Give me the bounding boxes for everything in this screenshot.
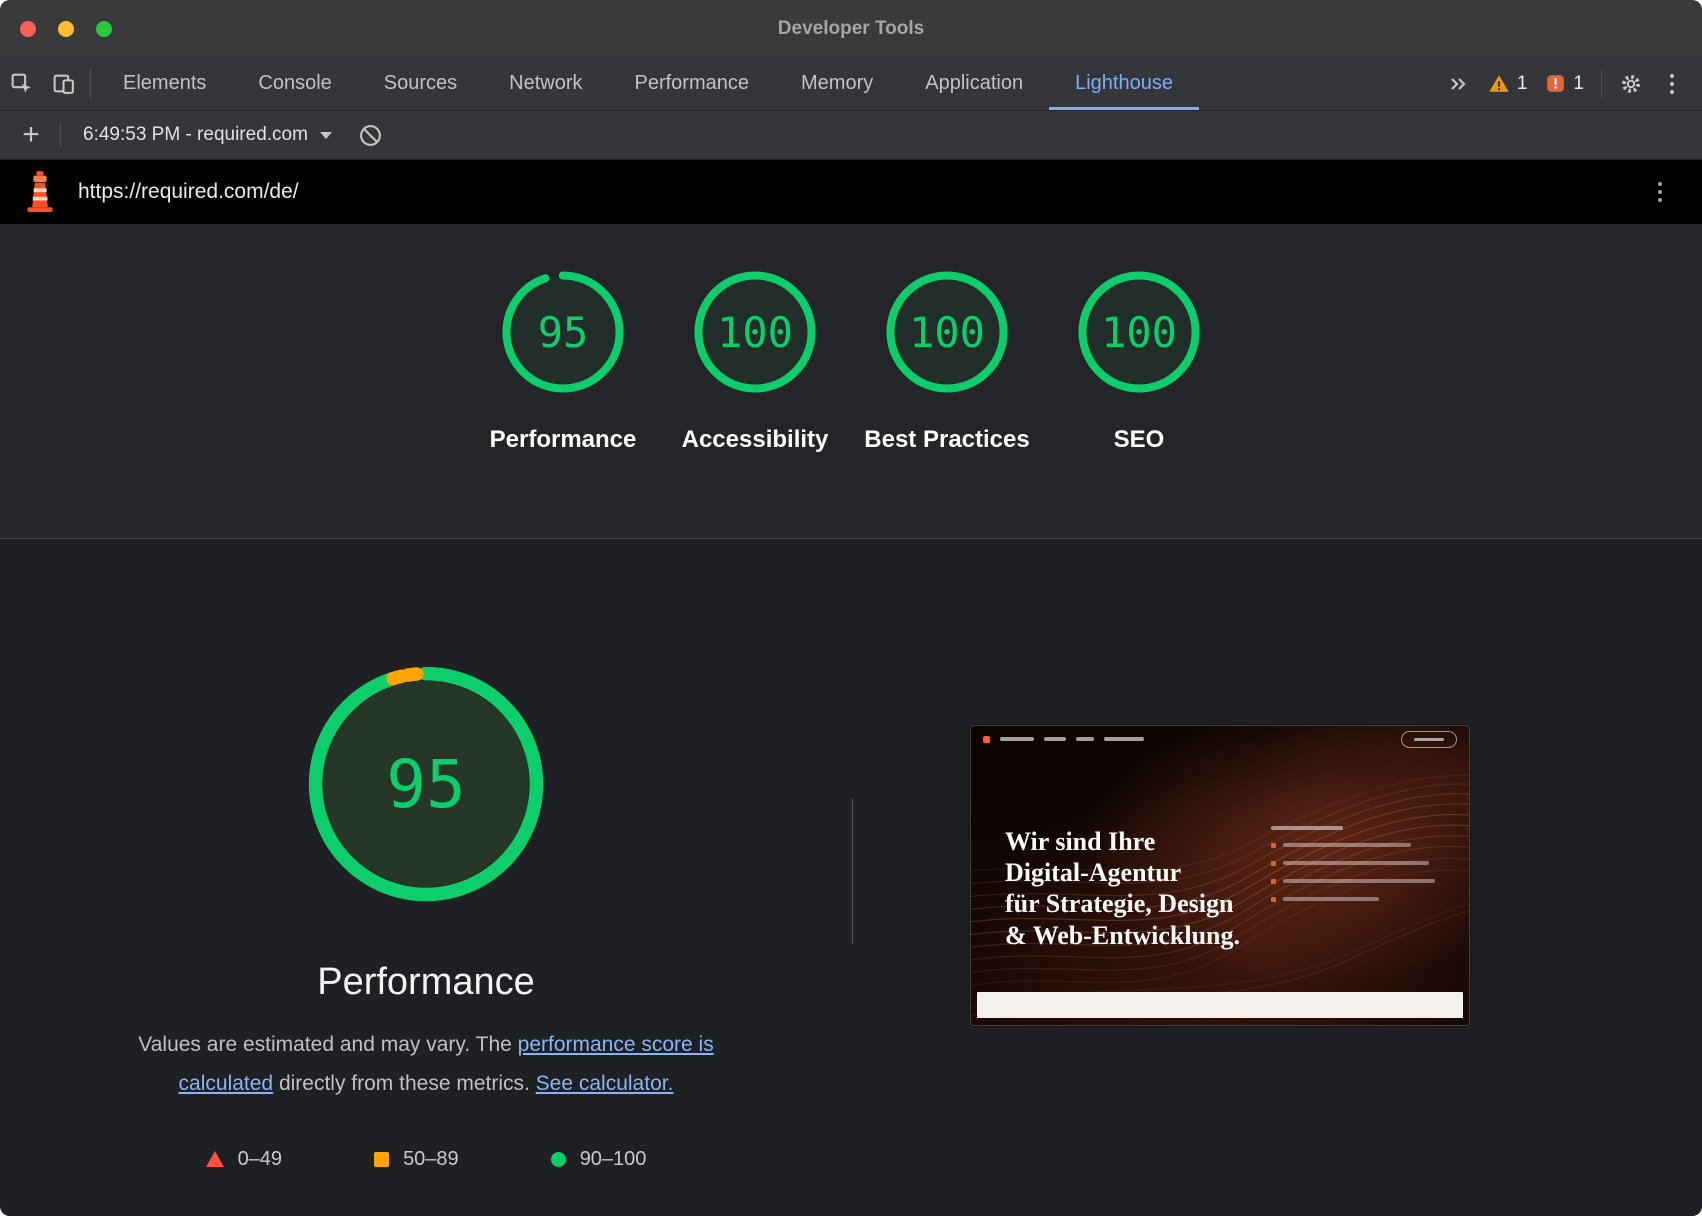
performance-big-gauge[interactable]: 95 xyxy=(301,659,551,909)
gear-icon[interactable] xyxy=(1610,72,1652,96)
description-text: Values are estimated and may vary. The xyxy=(138,1033,517,1056)
performance-section: 95 Performance Values are estimated and … xyxy=(0,539,1702,1216)
category-best-practices[interactable]: 100 Best Practices xyxy=(859,268,1035,538)
minimize-button[interactable] xyxy=(58,21,74,37)
performance-detail-column: 95 Performance Values are estimated and … xyxy=(0,539,852,1216)
category-label: Accessibility xyxy=(682,424,829,456)
category-label: SEO xyxy=(1114,424,1165,456)
description-text: directly from these metrics. xyxy=(273,1072,536,1095)
issues-icon xyxy=(1545,73,1566,94)
page-screenshot-thumbnail: Wir sind Ihre Digital-Agentur für Strate… xyxy=(970,725,1470,1026)
legend-pass: 90–100 xyxy=(551,1148,647,1171)
seo-score: 100 xyxy=(1075,268,1203,396)
category-seo[interactable]: 100 SEO xyxy=(1051,268,1227,538)
orange-square-icon xyxy=(374,1152,389,1167)
tabbar-right-controls: 1 1 xyxy=(1437,57,1702,110)
warning-triangle-icon xyxy=(1488,73,1510,95)
performance-score: 95 xyxy=(499,268,627,396)
issue-count: 1 xyxy=(1573,73,1584,95)
tab-network[interactable]: Network xyxy=(483,57,608,110)
heading-line: für Strategie, Design xyxy=(1005,888,1240,919)
report-url: https://required.com/de/ xyxy=(78,180,299,204)
report-url-bar: https://required.com/de/ xyxy=(0,160,1702,224)
warnings-badge[interactable]: 1 xyxy=(1488,73,1528,95)
tab-performance[interactable]: Performance xyxy=(609,57,776,110)
tab-console[interactable]: Console xyxy=(232,57,357,110)
accessibility-gauge: 100 xyxy=(691,268,819,396)
tab-memory[interactable]: Memory xyxy=(775,57,899,110)
performance-description: Values are estimated and may vary. The p… xyxy=(106,1026,746,1104)
toolbar-divider xyxy=(1601,70,1602,98)
thumbnail-bottom-banner xyxy=(977,992,1463,1018)
window-title: Developer Tools xyxy=(0,18,1702,40)
tab-elements[interactable]: Elements xyxy=(97,57,232,110)
tab-lighthouse[interactable]: Lighthouse xyxy=(1049,57,1199,110)
best-practices-gauge: 100 xyxy=(883,268,1011,396)
legend-range: 50–89 xyxy=(403,1148,459,1171)
more-tabs-chevron-icon[interactable] xyxy=(1437,72,1479,96)
legend-range: 0–49 xyxy=(238,1148,283,1171)
score-legend: 0–49 50–89 90–100 xyxy=(206,1148,647,1171)
screenshot-column: Wir sind Ihre Digital-Agentur für Strate… xyxy=(852,539,1702,1216)
accessibility-score: 100 xyxy=(691,268,819,396)
heading-line: Digital-Agentur xyxy=(1005,857,1240,888)
site-heading: Wir sind Ihre Digital-Agentur für Strate… xyxy=(1005,826,1240,951)
category-label: Best Practices xyxy=(864,424,1029,456)
category-accessibility[interactable]: 100 Accessibility xyxy=(667,268,843,538)
site-logo xyxy=(983,736,990,743)
red-triangle-icon xyxy=(206,1151,224,1167)
lighthouse-toolbar: + 6:49:53 PM - required.com xyxy=(0,111,1702,160)
warning-count: 1 xyxy=(1517,73,1528,95)
legend-fail: 0–49 xyxy=(206,1148,283,1171)
plus-icon[interactable]: + xyxy=(10,120,52,150)
run-selector-label: 6:49:53 PM - required.com xyxy=(83,124,308,146)
seo-gauge: 100 xyxy=(1075,268,1203,396)
toolbar-divider xyxy=(60,122,61,148)
score-summary: 95 Performance 100 Accessibility 100 Bes… xyxy=(0,224,1702,539)
chevron-down-icon xyxy=(320,132,332,139)
green-circle-icon xyxy=(551,1152,566,1167)
performance-heading: Performance xyxy=(317,961,535,1004)
devtools-window: Developer Tools Elements Console Sources… xyxy=(0,0,1702,1216)
category-performance[interactable]: 95 Performance xyxy=(475,268,651,538)
devtools-tabbar: Elements Console Sources Network Perform… xyxy=(0,57,1702,111)
titlebar: Developer Tools xyxy=(0,0,1702,57)
heading-line: & Web-Entwicklung. xyxy=(1005,920,1240,951)
see-calculator-link[interactable]: See calculator. xyxy=(536,1072,674,1095)
tab-sources[interactable]: Sources xyxy=(358,57,483,110)
kebab-menu-icon[interactable] xyxy=(1640,182,1680,202)
traffic-lights xyxy=(20,0,112,57)
thumbnail-list-skeleton xyxy=(1271,826,1435,902)
close-button[interactable] xyxy=(20,21,36,37)
legend-range: 90–100 xyxy=(580,1148,647,1171)
toolbar-divider xyxy=(90,68,91,99)
tab-application[interactable]: Application xyxy=(899,57,1049,110)
thumbnail-nav-skeleton xyxy=(971,726,1469,752)
legend-average: 50–89 xyxy=(374,1148,459,1171)
performance-big-score: 95 xyxy=(301,659,551,909)
zoom-button[interactable] xyxy=(96,21,112,37)
lighthouse-logo xyxy=(22,171,58,213)
block-icon[interactable] xyxy=(350,123,392,148)
panel-tabs: Elements Console Sources Network Perform… xyxy=(97,57,1199,110)
cta-pill-button xyxy=(1401,731,1457,748)
kebab-menu-icon[interactable] xyxy=(1652,74,1692,94)
device-toolbar-icon[interactable] xyxy=(42,57,84,110)
best-practices-score: 100 xyxy=(883,268,1011,396)
performance-gauge: 95 xyxy=(499,268,627,396)
category-label: Performance xyxy=(490,424,637,456)
report-run-selector[interactable]: 6:49:53 PM - required.com xyxy=(83,124,332,146)
heading-line: Wir sind Ihre xyxy=(1005,826,1240,857)
issues-badge[interactable]: 1 xyxy=(1545,73,1584,95)
inspect-element-icon[interactable] xyxy=(0,57,42,110)
